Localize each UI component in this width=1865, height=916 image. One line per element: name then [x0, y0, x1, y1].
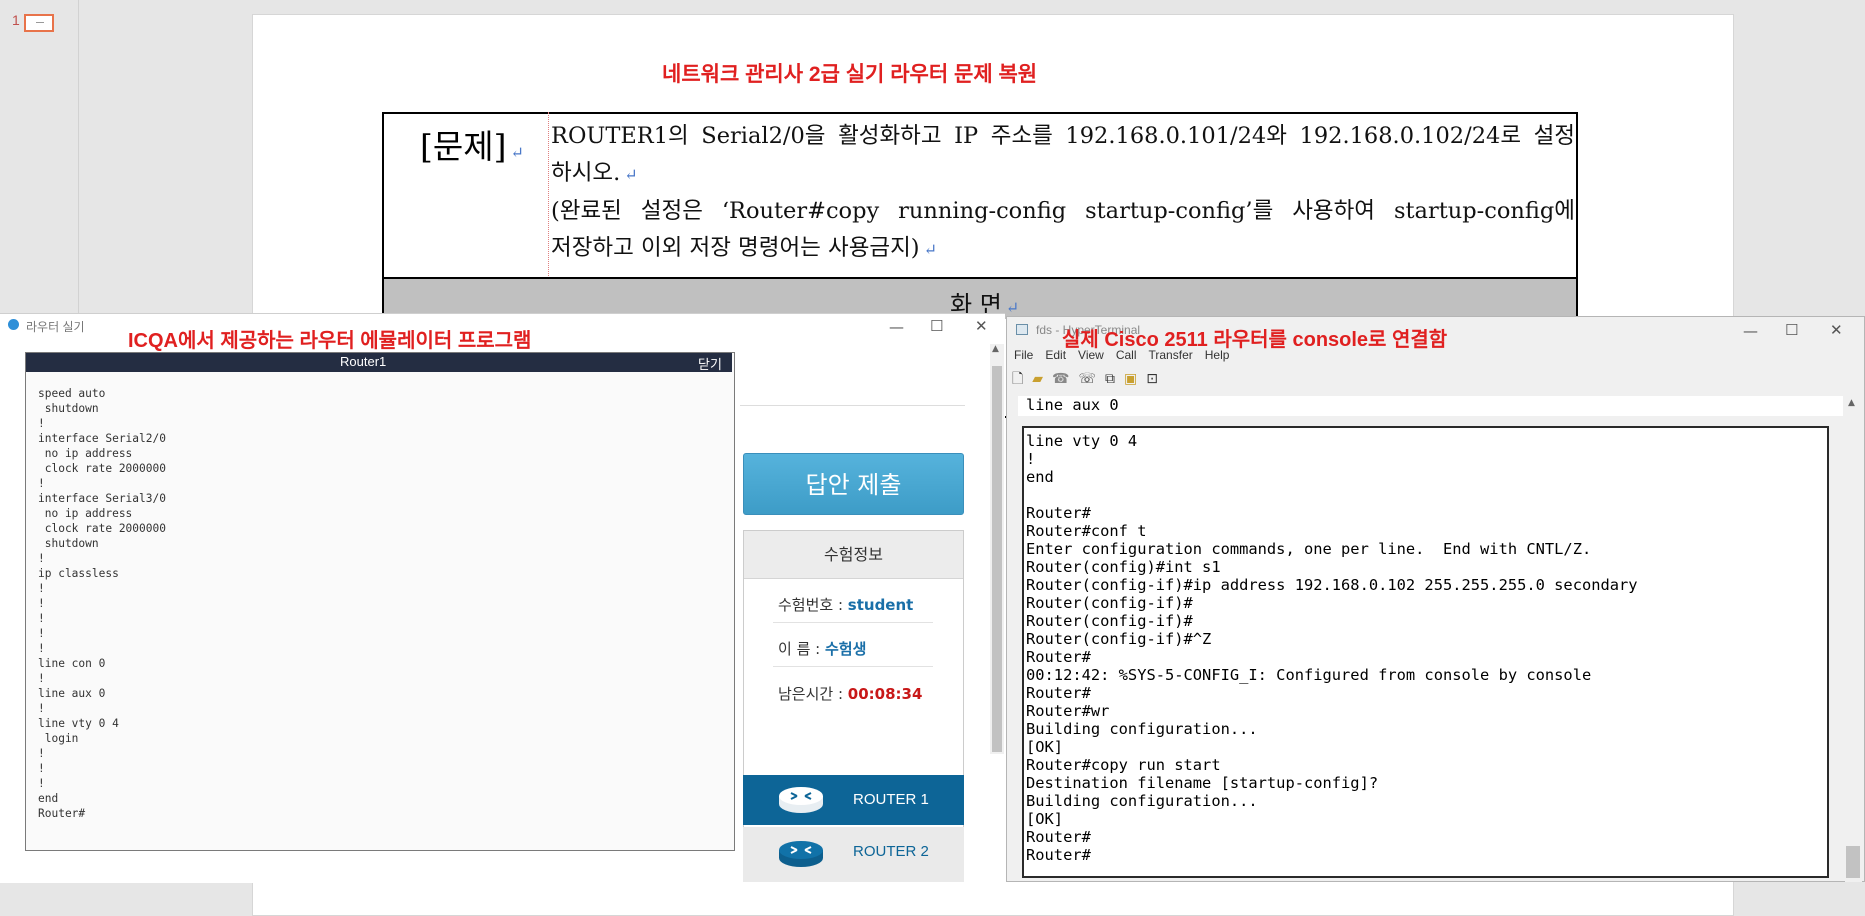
divider — [773, 666, 933, 667]
send-icon[interactable]: ⧉ — [1105, 371, 1115, 387]
terminal-title: Router1 — [340, 354, 387, 369]
problem-line: (완료된 설정은 ‘Router#copy running-config sta… — [551, 198, 1575, 224]
router2-label: ROUTER 2 — [853, 843, 929, 860]
menu-file[interactable]: File — [1014, 348, 1033, 362]
scrollbar-thumb[interactable] — [992, 366, 1002, 752]
problem-line: 하시오. ↵ — [551, 160, 638, 186]
slide-title: 네트워크 관리사 2급 실기 라우터 문제 복원 — [662, 63, 1038, 86]
close-icon[interactable]: ✕ — [1830, 321, 1843, 339]
menu-edit[interactable]: Edit — [1045, 348, 1066, 362]
menu-call[interactable]: Call — [1116, 348, 1137, 362]
properties-icon[interactable]: ⊡ — [1146, 371, 1158, 387]
slide-thumbnail[interactable] — [24, 14, 54, 32]
submit-answer-button[interactable]: 답안 제출 — [743, 453, 964, 515]
menu-help[interactable]: Help — [1205, 348, 1230, 362]
maximize-icon[interactable]: ☐ — [1785, 321, 1798, 339]
new-icon[interactable]: 🗋 — [1012, 371, 1023, 387]
problem-divider — [548, 112, 549, 278]
app-icon — [8, 319, 19, 330]
terminal-scrollback-text: line aux 0 — [1026, 396, 1119, 414]
divider — [773, 622, 933, 623]
menu-transfer[interactable]: Transfer — [1149, 348, 1193, 362]
scrollbar-thumb[interactable] — [1846, 846, 1860, 878]
terminal-close-button[interactable]: 닫기 — [698, 354, 722, 373]
minimize-icon[interactable]: — — [1743, 322, 1758, 340]
console-output[interactable]: line vty 0 4 ! end Router# Router#conf t… — [1026, 432, 1638, 864]
examinee-name: 이 름 : 수험생 — [778, 640, 867, 658]
emulator-window-title: 라우터 실기 — [26, 320, 85, 334]
scroll-up-icon[interactable]: ▲ — [992, 344, 999, 354]
router-icon — [779, 787, 823, 813]
terminal-output[interactable]: speed auto shutdown ! interface Serial2/… — [38, 386, 166, 821]
app-icon — [1016, 324, 1028, 335]
divider — [740, 405, 965, 406]
emulator-caption: ICQA에서 제공하는 라우터 에뮬레이터 프로그램 — [128, 330, 532, 352]
problem-label: [문제] ↵ — [420, 127, 524, 166]
maximize-icon[interactable]: ☐ — [930, 317, 943, 335]
remaining-time: 남은시간 : 00:08:34 — [778, 685, 923, 703]
problem-line: ROUTER1의 Serial2/0을 활성화하고 IP 주소를 192.168… — [551, 123, 1575, 149]
scroll-up-icon[interactable]: ▲ — [1848, 398, 1855, 408]
router1-label: ROUTER 1 — [853, 791, 929, 808]
toolbar: 🗋 ▰ ☎ ☏ ⧉ ▣ ⊡ — [1012, 368, 1167, 392]
dial-icon[interactable]: ☏ — [1079, 371, 1097, 387]
slide-number: 1 — [12, 12, 20, 28]
receive-icon[interactable]: ▣ — [1124, 371, 1137, 387]
problem-text: ROUTER1의 Serial2/0을 활성화하고 IP 주소를 192.168… — [551, 118, 1575, 268]
terminal-scrollback — [1018, 396, 1843, 416]
router-icon — [779, 841, 823, 867]
menu-bar: File Edit View Call Transfer Help — [1014, 348, 1241, 362]
exam-info-header: 수험정보 — [744, 531, 963, 579]
scrollbar[interactable] — [1845, 396, 1862, 882]
minimize-icon[interactable]: — — [889, 318, 904, 336]
menu-view[interactable]: View — [1078, 348, 1104, 362]
problem-line: 저장하고 이외 저장 명령어는 사용금지) ↵ — [551, 235, 937, 261]
exam-number: 수험번호 : student — [778, 596, 914, 614]
disconnect-icon[interactable]: ☎ — [1052, 371, 1069, 387]
close-icon[interactable]: ✕ — [975, 317, 988, 335]
open-icon[interactable]: ▰ — [1032, 371, 1043, 387]
